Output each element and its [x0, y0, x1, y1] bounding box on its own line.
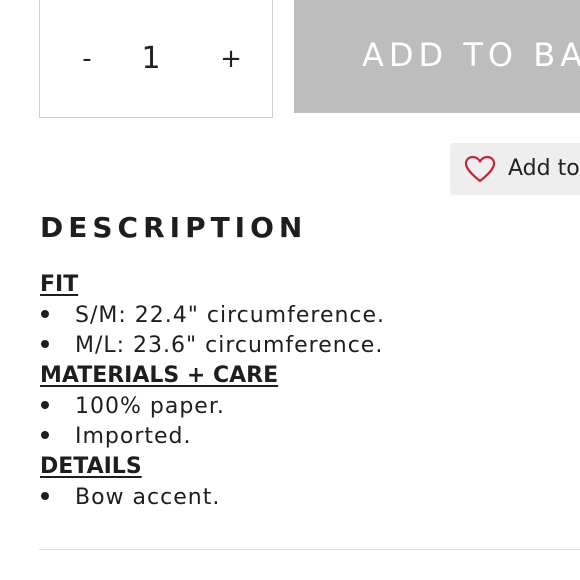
list-item: M/L: 23.6" circumference. [40, 333, 383, 359]
increase-quantity-button[interactable]: + [220, 39, 242, 79]
heart-outline-icon [464, 155, 496, 183]
bullet-icon [41, 401, 49, 409]
section-title-fit: FIT [40, 272, 79, 297]
list-item-text: S/M: 22.4" circumference. [75, 303, 386, 328]
list-item: Imported. [40, 424, 192, 450]
section-title-materials-care: MATERIALS + CARE [40, 363, 279, 388]
bullet-icon [41, 310, 49, 318]
list-item: S/M: 22.4" circumference. [40, 303, 385, 329]
divider [39, 549, 580, 550]
list-item: Bow accent. [40, 485, 220, 511]
list-item-text: Imported. [75, 424, 192, 449]
list-item-text: 100% paper. [75, 394, 225, 419]
add-to-bag-button[interactable]: ADD TO BA [294, 0, 580, 113]
bullet-icon [41, 492, 49, 500]
quantity-stepper: - 1 + [39, 0, 273, 118]
quantity-value[interactable]: 1 [136, 39, 166, 79]
bullet-icon [41, 340, 49, 348]
section-title-details: DETAILS [40, 454, 142, 479]
bullet-icon [41, 431, 49, 439]
list-item: 100% paper. [40, 394, 225, 420]
add-to-bag-label: ADD TO BA [362, 36, 580, 74]
list-item-text: Bow accent. [75, 485, 221, 510]
list-item-text: M/L: 23.6" circumference. [75, 333, 384, 358]
decrease-quantity-button[interactable]: - [78, 39, 96, 79]
add-to-wishlist-label: Add to [508, 156, 580, 181]
description-heading: DESCRIPTION [40, 211, 308, 244]
product-purchase-panel: - 1 + ADD TO BA Add to DESCRIPTION FIT S… [0, 0, 580, 580]
add-to-wishlist-button[interactable]: Add to [450, 143, 580, 195]
